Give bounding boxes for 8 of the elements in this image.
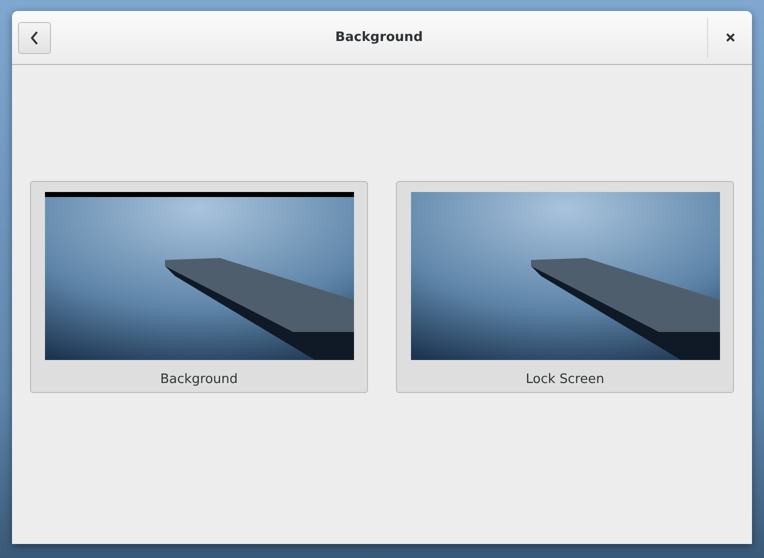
close-icon (726, 33, 734, 42)
card-label: Lock Screen (526, 371, 604, 389)
card-label: Background (160, 371, 238, 389)
window-title: Background (335, 28, 423, 47)
wallpaper-card[interactable]: Lock Screen (396, 181, 734, 393)
back-button[interactable] (18, 22, 51, 54)
wallpaper-card[interactable]: Background (30, 181, 368, 393)
chevron-left-icon (30, 30, 40, 44)
